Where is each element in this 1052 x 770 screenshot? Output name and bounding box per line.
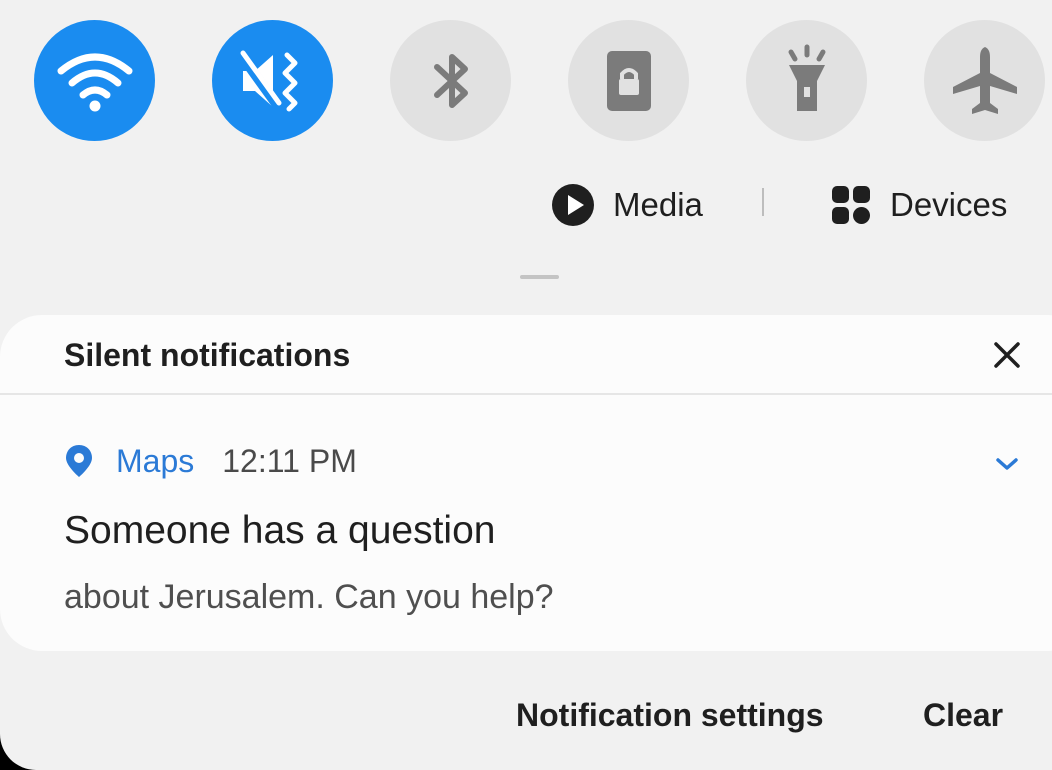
close-button[interactable] [987,335,1027,375]
screen-lock-toggle[interactable] [568,20,689,141]
row-separator [762,188,764,216]
map-pin-icon [66,445,92,477]
screen-lock-icon [606,50,651,111]
media-label: Media [613,186,703,223]
maps-notification[interactable]: Maps 12:11 PM Someone has a question abo… [0,395,1052,651]
clear-button[interactable]: Clear [923,697,1003,734]
play-circle-icon [552,184,594,226]
notification-title: Someone has a question [64,509,496,552]
devices-label: Devices [890,186,1008,223]
silent-notifications-header: Silent notifications [0,315,1052,395]
section-title: Silent notifications [64,337,351,373]
airplane-mode-toggle[interactable] [924,20,1045,141]
wifi-toggle[interactable] [34,20,155,141]
expand-button[interactable] [990,447,1024,481]
notification-header: Maps 12:11 PM [64,439,357,483]
close-icon [994,342,1020,368]
flashlight-toggle[interactable] [746,20,867,141]
media-devices-row: Media Devices [0,180,1052,230]
media-button[interactable]: Media [551,182,703,228]
notification-time: 12:11 PM [222,442,357,479]
drag-handle[interactable] [520,275,559,279]
notification-body: about Jerusalem. Can you help? [64,578,554,616]
notification-settings-button[interactable]: Notification settings [516,697,824,734]
silent-notifications-card: Silent notifications Maps 12:11 PM Someo… [0,315,1052,651]
bluetooth-icon [433,53,468,108]
sound-mode-toggle[interactable] [212,20,333,141]
chevron-down-icon [996,458,1018,470]
app-name: Maps [116,442,195,479]
devices-grid-icon [832,186,870,224]
airplane-mode-icon [952,46,1017,114]
quick-settings-row [0,20,1052,141]
devices-button[interactable]: Devices [830,182,1007,228]
flashlight-icon [788,44,825,111]
bluetooth-toggle[interactable] [390,20,511,141]
vibrate-mode-icon [236,50,297,111]
wifi-icon [57,53,132,111]
notification-shade: Media Devices Silent notifications Maps … [0,0,1052,770]
